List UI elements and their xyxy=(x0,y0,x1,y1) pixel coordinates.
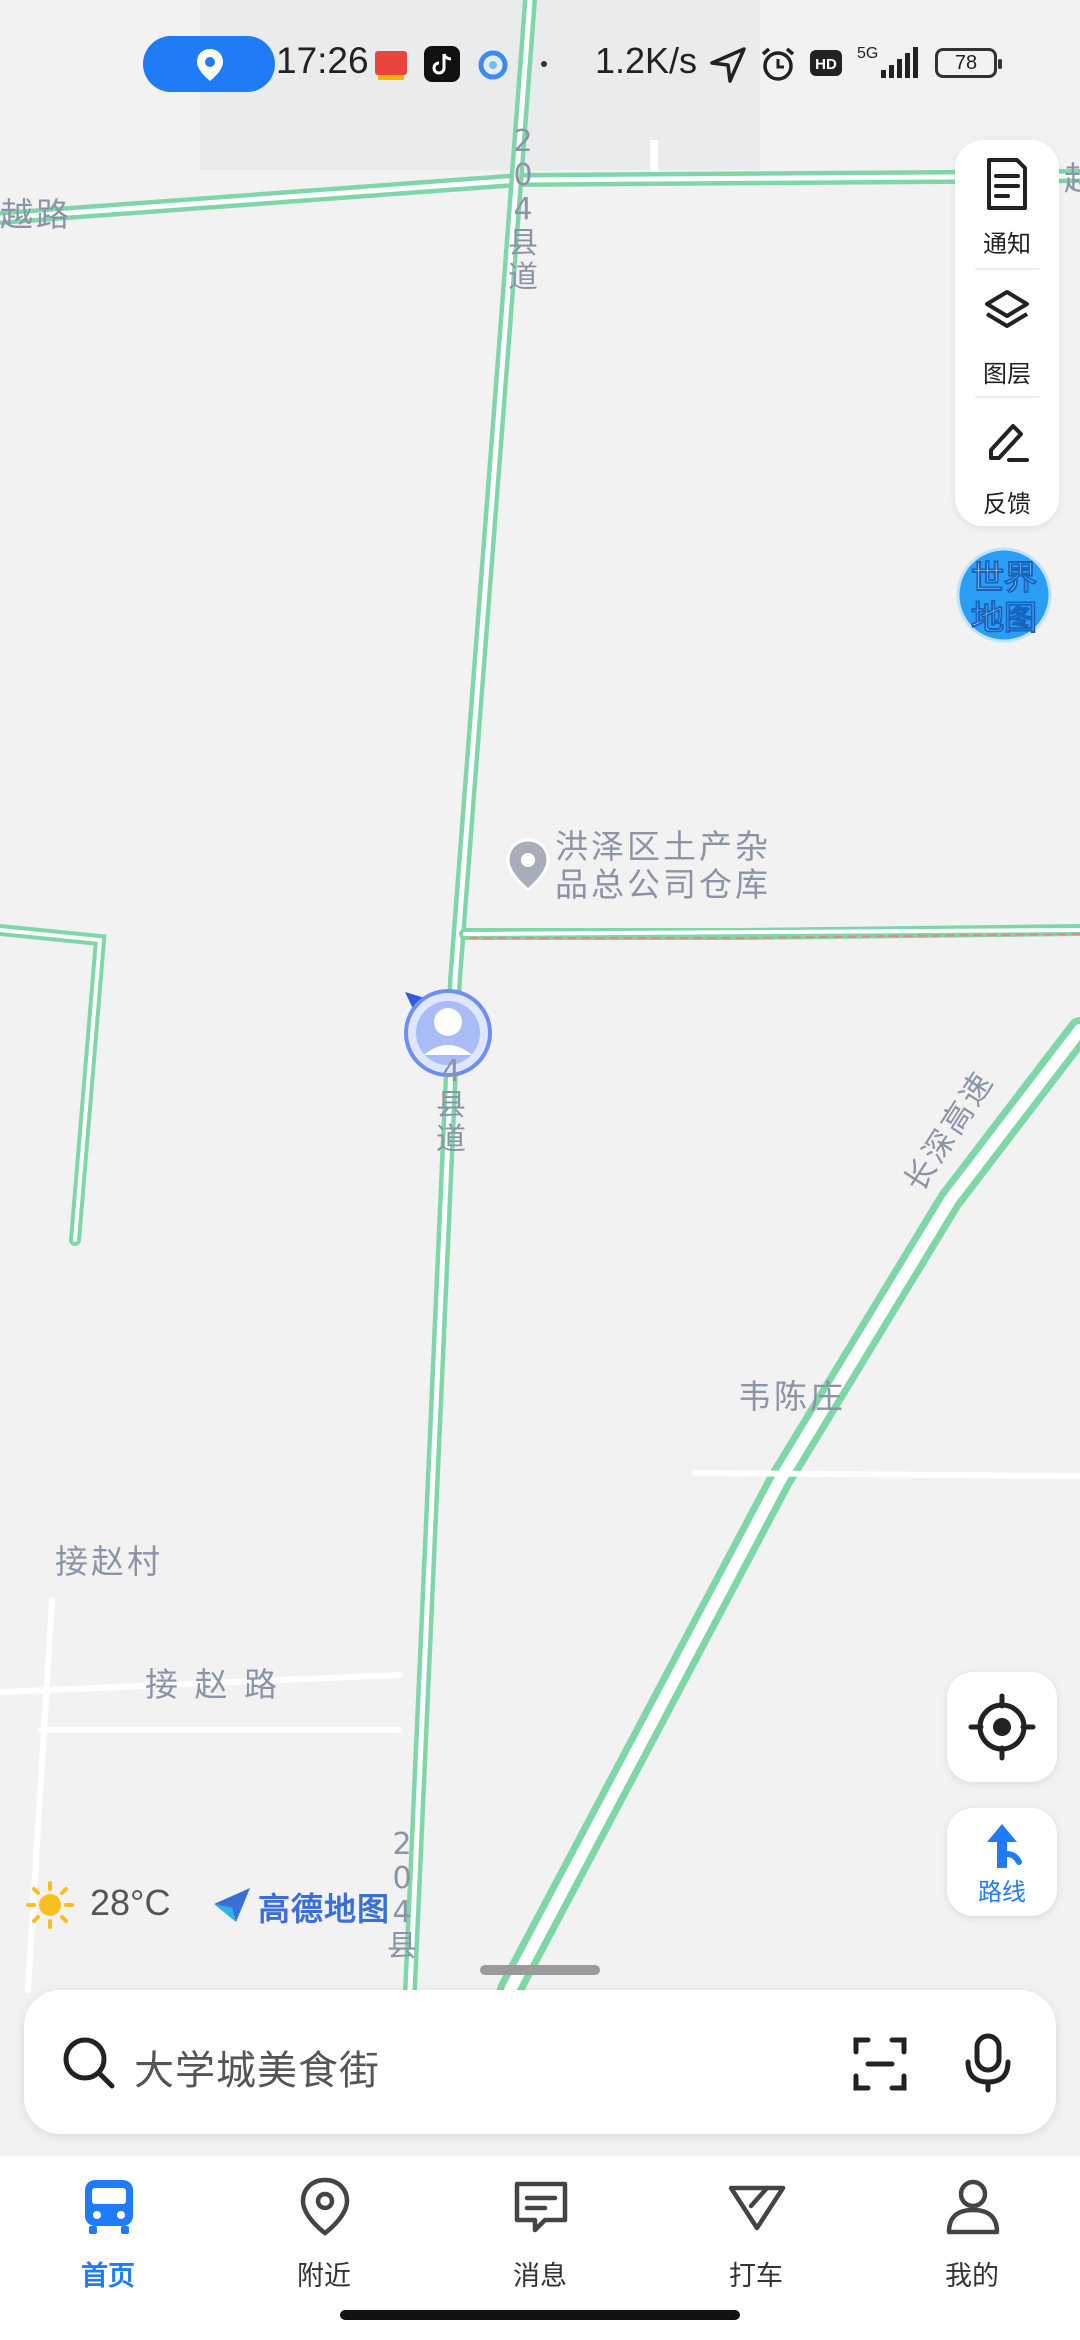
amap-logo: 高德地图 xyxy=(210,1882,389,1928)
poi-name-line2[interactable]: 品总公司仓库 xyxy=(555,868,771,901)
nav-taxi-label: 打车 xyxy=(729,2261,783,2292)
world-map-button[interactable]: 世界 地图 xyxy=(952,545,1056,645)
feedback-label: 反馈 xyxy=(983,490,1031,518)
nav-nearby-label: 附近 xyxy=(297,2261,351,2292)
status-bar: 17:26 1.2K/s HD 5G 78 xyxy=(0,0,1080,130)
svg-text:HD: HD xyxy=(815,56,837,73)
poi-pin-icon[interactable] xyxy=(506,838,550,892)
user-profile-icon xyxy=(946,2179,1000,2235)
layers-label: 图层 xyxy=(983,360,1031,388)
road-label-top-right: 越 xyxy=(1064,162,1080,195)
county-road-label-top: 204县道 xyxy=(508,124,538,295)
taxi-icon xyxy=(728,2185,786,2231)
alarm-icon xyxy=(761,47,795,81)
more-notifications-dot-icon xyxy=(541,61,547,67)
nav-home[interactable]: 首页 xyxy=(43,2176,173,2296)
notice-label: 通知 xyxy=(983,230,1031,258)
world-map-line2: 地图 xyxy=(971,598,1037,637)
scan-icon[interactable] xyxy=(850,2034,910,2094)
feedback-pencil-icon xyxy=(989,424,1029,462)
bottom-sheet-handle[interactable] xyxy=(480,1965,600,1975)
route-label: 路线 xyxy=(978,1878,1026,1906)
browser-icon xyxy=(478,50,508,80)
network-speed: 1.2K/s xyxy=(595,40,698,81)
nav-taxi[interactable]: 打车 xyxy=(691,2176,821,2296)
amap-logo-icon xyxy=(214,1888,250,1922)
search-icon xyxy=(63,2037,115,2089)
road-label-top-left: 越路 xyxy=(0,195,72,234)
county-road-label-bottom: 204县 xyxy=(387,1827,417,1964)
nav-profile-label: 我的 xyxy=(945,2261,999,2292)
location-pill[interactable] xyxy=(143,36,275,92)
layers-button[interactable]: 图层 xyxy=(955,270,1059,394)
road-label-jiezhao: 接 赵 路 xyxy=(145,1665,280,1704)
status-time: 17:26 xyxy=(276,40,369,81)
weather-widget[interactable]: 28°C xyxy=(25,1880,170,1930)
world-map-globe-icon: 世界 地图 xyxy=(956,547,1052,643)
bus-home-icon xyxy=(85,2180,133,2234)
layers-icon xyxy=(985,290,1029,328)
battery-indicator: 78 xyxy=(935,48,1002,78)
search-input[interactable]: 大学城美食街 xyxy=(134,2038,380,2096)
signal-5g-icon: 5G xyxy=(857,45,918,78)
nav-profile[interactable]: 我的 xyxy=(907,2176,1037,2296)
nearby-pin-icon xyxy=(300,2177,350,2236)
route-arrow-icon xyxy=(987,1824,1022,1868)
locate-me-button[interactable] xyxy=(947,1672,1057,1782)
nav-nearby[interactable]: 附近 xyxy=(259,2176,389,2296)
message-icon xyxy=(514,2181,568,2233)
sun-icon xyxy=(26,1881,74,1929)
world-map-line1: 世界 xyxy=(971,558,1037,597)
village-label-weichenzhuang: 韦陈庄 xyxy=(738,1377,846,1416)
navigation-arrow-icon xyxy=(710,47,746,83)
village-label-jiezhao: 接赵村 xyxy=(55,1542,163,1581)
notice-icon xyxy=(987,158,1027,210)
home-indicator[interactable] xyxy=(340,2310,740,2320)
route-button[interactable]: 路线 xyxy=(947,1808,1057,1916)
road-left xyxy=(0,924,107,1246)
map-tools-panel: 通知 图层 反馈 xyxy=(955,140,1059,526)
feedback-button[interactable]: 反馈 xyxy=(955,400,1059,524)
douyin-icon xyxy=(424,46,460,82)
crosshair-icon xyxy=(968,1693,1036,1761)
temperature: 28°C xyxy=(90,1882,171,1923)
nav-home-label: 首页 xyxy=(81,2261,135,2292)
poi-name-line1[interactable]: 洪泽区土产杂 xyxy=(555,830,771,863)
amap-brand-name: 高德地图 xyxy=(258,1890,391,1928)
map-canvas[interactable]: 越路 越 204县道 4县道 204县 洪泽区土产杂 品总公司仓库 长深高速 韦… xyxy=(0,0,1080,2340)
baidu-search-icon xyxy=(375,51,407,80)
location-pin-icon xyxy=(197,49,223,81)
svg-text:5G: 5G xyxy=(857,45,878,62)
nav-messages[interactable]: 消息 xyxy=(475,2176,605,2296)
microphone-icon[interactable] xyxy=(960,2032,1016,2094)
hd-badge-icon: HD xyxy=(810,50,842,76)
search-bar[interactable]: 大学城美食街 xyxy=(24,1990,1056,2134)
notice-button[interactable]: 通知 xyxy=(955,140,1059,264)
divider xyxy=(975,396,1039,398)
county-road-label-mid: 4县道 xyxy=(436,1054,466,1157)
nav-messages-label: 消息 xyxy=(513,2261,567,2292)
